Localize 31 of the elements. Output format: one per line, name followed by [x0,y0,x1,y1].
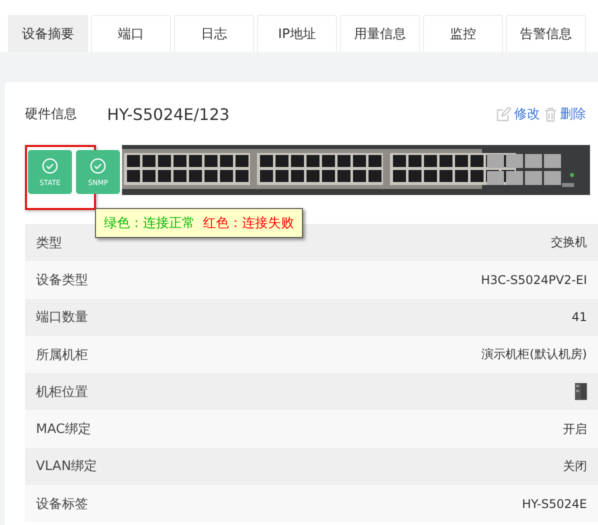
property-label: 设备标签 [25,485,250,522]
property-value: 交换机 [551,235,587,250]
tab[interactable]: 用量信息 [340,15,420,52]
tab[interactable]: 设备摘要 [8,15,88,52]
check-icon [42,158,58,174]
delete-link[interactable]: 删除 [560,105,586,123]
tab[interactable]: 告警信息 [506,15,586,52]
section-title: 硬件信息 [25,106,78,123]
tab[interactable]: 日志 [174,15,254,52]
property-value: 41 [572,310,587,324]
trash-icon [544,106,557,122]
legend-text: 红色：连接失败 [203,215,294,232]
check-icon [90,158,106,174]
edit-icon [496,106,511,122]
property-label: 机柜位置 [25,373,250,410]
property-label: 端口数量 [25,298,250,336]
property-label: VLAN绑定 [25,448,250,486]
tab[interactable]: 端口 [91,15,171,52]
property-label: 设备类型 [25,261,250,299]
property-value: 关闭 [563,458,587,473]
rack-icon [575,383,587,400]
tab[interactable]: 监控 [423,15,503,52]
property-label: 所属机柜 [25,336,250,374]
device-name: HY-S5024E/123 [107,104,230,124]
property-label: MAC绑定 [25,410,250,448]
edit-link[interactable]: 修改 [514,105,540,123]
property-value: H3C-S5024PV2-EI [480,272,587,287]
tab[interactable]: IP地址 [257,15,337,52]
property-value: HY-S5024E [522,496,587,511]
property-value: 演示机柜(默认机房) [482,347,587,362]
property-value: 开启 [563,422,587,436]
